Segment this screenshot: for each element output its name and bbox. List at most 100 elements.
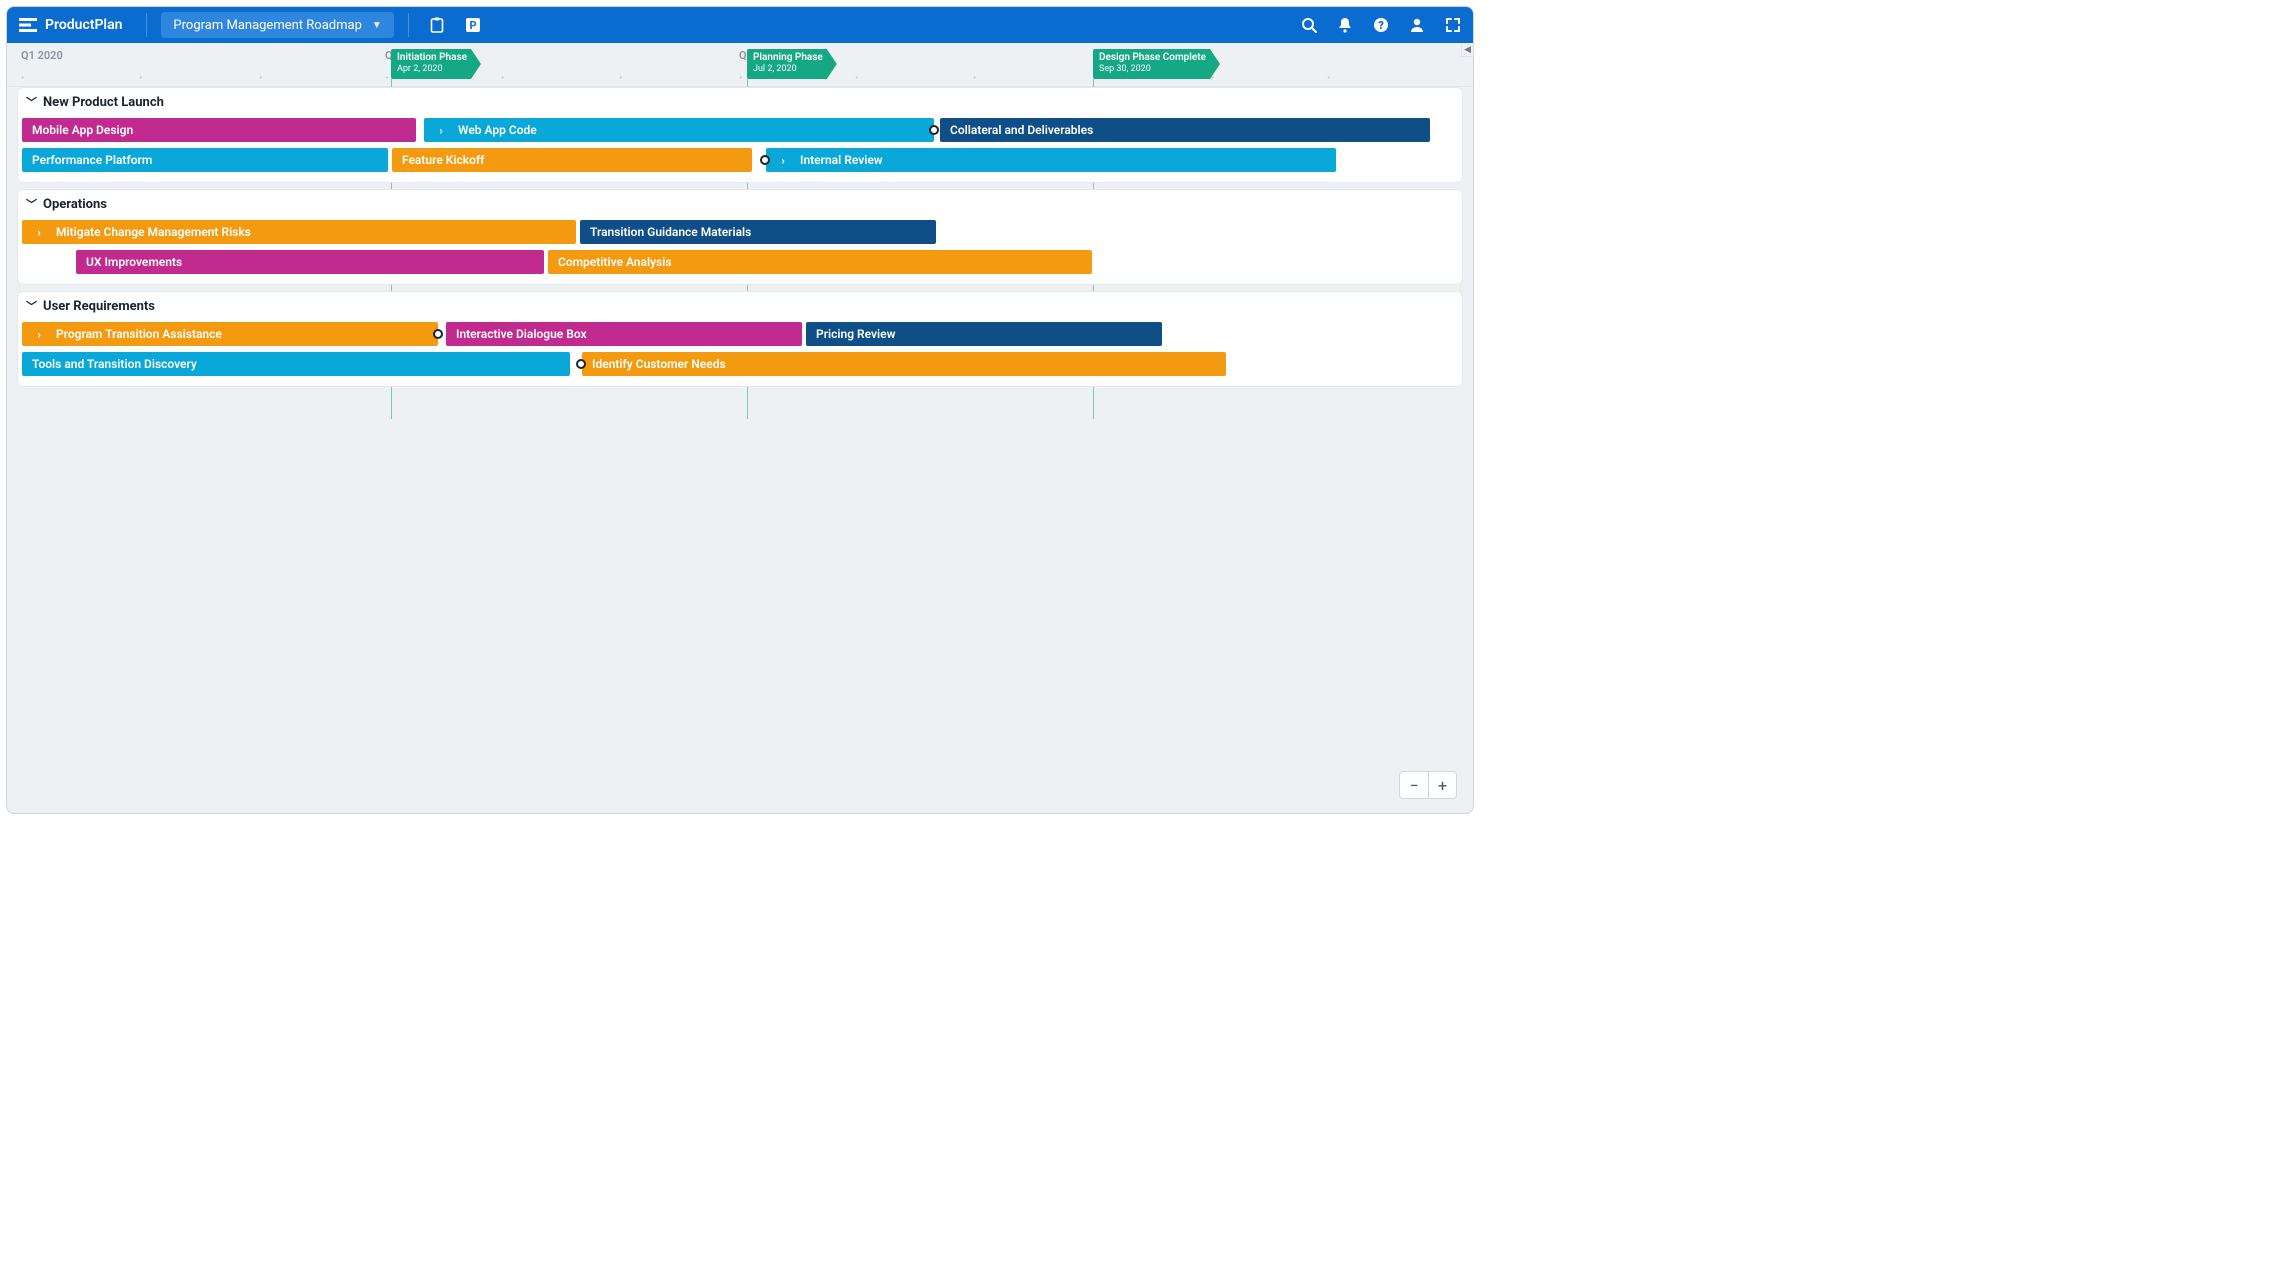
lane-group: ﹀ User Requirements › Program Transition As… (17, 291, 1463, 387)
bar-label: UX Improvements (86, 255, 182, 269)
roadmap-body: ﹀ New Product Launch Mobile App Design › Web… (7, 87, 1473, 387)
month-tick: • (139, 73, 140, 79)
lane-row: Performance Platform Feature Kickoff › Inte… (18, 148, 1462, 176)
roadmap-bar[interactable]: › Internal Review (766, 148, 1336, 172)
dependency-node-icon[interactable] (433, 329, 443, 339)
lane-row: Tools and Transition Discovery Identify C… (18, 352, 1462, 380)
lane-header[interactable]: ﹀ User Requirements (18, 292, 1462, 320)
roadmap-bar[interactable]: Performance Platform (22, 148, 388, 172)
month-tick: • (973, 73, 974, 79)
timeline-header: ◀ Q1 2020Q2Q3Q4••••••••••••Initiation Ph… (7, 43, 1473, 87)
chevron-right-icon[interactable]: › (32, 225, 46, 239)
bar-label: Tools and Transition Discovery (32, 357, 197, 371)
chevron-right-icon[interactable]: › (776, 153, 790, 167)
divider (146, 13, 147, 37)
collapse-panel-icon[interactable]: ◀ (1461, 43, 1473, 57)
milestone-title: Design Phase Complete (1099, 52, 1206, 64)
quarter-label: Q1 2020 (21, 49, 63, 62)
bar-label: Competitive Analysis (558, 255, 671, 269)
chevron-down-icon: ﹀ (26, 196, 37, 212)
help-icon[interactable]: ? (1367, 11, 1395, 39)
lane-group: ﹀ Operations › Mitigate Change Management R… (17, 189, 1463, 285)
lane-title: User Requirements (43, 299, 155, 314)
milestone-flag[interactable]: Design Phase CompleteSep 30, 2020 (1093, 49, 1220, 79)
month-tick: • (385, 73, 386, 79)
bar-label: Mitigate Change Management Risks (56, 225, 251, 239)
brand[interactable]: ProductPlan (13, 7, 132, 43)
milestone-flag[interactable]: Planning PhaseJul 2, 2020 (747, 49, 837, 79)
chevron-down-icon: ﹀ (26, 94, 37, 110)
svg-text:?: ? (1378, 19, 1384, 32)
lane-row: › Program Transition Assistance Interactiv… (18, 322, 1462, 350)
bar-label: Mobile App Design (32, 123, 133, 137)
roadmap-bar[interactable]: Identify Customer Needs (582, 352, 1226, 376)
dependency-node-icon[interactable] (760, 155, 770, 165)
bar-label: Feature Kickoff (402, 153, 484, 167)
month-tick: • (619, 73, 620, 79)
bar-label: Internal Review (800, 153, 883, 167)
svg-text:P: P (469, 19, 476, 32)
brand-name: ProductPlan (45, 17, 122, 33)
milestone-date: Apr 2, 2020 (397, 64, 467, 74)
chevron-right-icon[interactable]: › (32, 327, 46, 341)
milestone-flag[interactable]: Initiation PhaseApr 2, 2020 (391, 49, 481, 79)
roadmap-bar[interactable]: › Program Transition Assistance (22, 322, 438, 346)
lane-header[interactable]: ﹀ New Product Launch (18, 88, 1462, 116)
chevron-down-icon: ▼ (372, 20, 382, 31)
dependency-node-icon[interactable] (576, 359, 586, 369)
milestone-title: Planning Phase (753, 52, 823, 64)
divider (408, 13, 409, 37)
roadmap-name: Program Management Roadmap (173, 18, 361, 33)
zoom-controls: − + (1399, 771, 1457, 799)
month-tick: • (1327, 73, 1328, 79)
roadmap-bar[interactable]: Transition Guidance Materials (580, 220, 936, 244)
month-tick: • (855, 73, 856, 79)
roadmap-bar[interactable]: Pricing Review (806, 322, 1162, 346)
lane-title: Operations (43, 197, 107, 212)
zoom-in-button[interactable]: + (1428, 772, 1456, 798)
bar-label: Transition Guidance Materials (590, 225, 751, 239)
brand-logo-icon (19, 18, 37, 32)
month-tick: • (739, 73, 740, 79)
roadmap-bar[interactable]: › Mitigate Change Management Risks (22, 220, 576, 244)
lane-title: New Product Launch (43, 95, 164, 110)
clipboard-icon[interactable] (423, 11, 451, 39)
bar-label: Program Transition Assistance (56, 327, 222, 341)
milestone-title: Initiation Phase (397, 52, 467, 64)
month-tick: • (501, 73, 502, 79)
roadmap-bar[interactable]: Collateral and Deliverables (940, 118, 1430, 142)
bar-label: Pricing Review (816, 327, 895, 341)
bell-icon[interactable] (1331, 11, 1359, 39)
zoom-out-button[interactable]: − (1400, 772, 1428, 798)
roadmap-bar[interactable]: › Web App Code (424, 118, 934, 142)
chevron-right-icon[interactable]: › (434, 123, 448, 137)
month-tick: • (21, 73, 22, 79)
roadmap-bar[interactable]: Competitive Analysis (548, 250, 1092, 274)
bar-label: Collateral and Deliverables (950, 123, 1093, 137)
parking-icon[interactable]: P (459, 11, 487, 39)
month-tick: • (259, 73, 260, 79)
lane-row: Mobile App Design › Web App Code Collateral… (18, 118, 1462, 146)
search-icon[interactable] (1295, 11, 1323, 39)
roadmap-bar[interactable]: Mobile App Design (22, 118, 416, 142)
roadmap-selector[interactable]: Program Management Roadmap ▼ (161, 12, 393, 38)
roadmap-bar[interactable]: Feature Kickoff (392, 148, 752, 172)
lane-row: › Mitigate Change Management Risks Transit… (18, 220, 1462, 248)
milestone-date: Jul 2, 2020 (753, 64, 823, 74)
roadmap-bar[interactable]: Tools and Transition Discovery (22, 352, 570, 376)
bar-label: Interactive Dialogue Box (456, 327, 587, 341)
lane-row: UX Improvements Competitive Analysis (18, 250, 1462, 278)
user-icon[interactable] (1403, 11, 1431, 39)
lane-group: ﹀ New Product Launch Mobile App Design › Web… (17, 87, 1463, 183)
roadmap-bar[interactable]: Interactive Dialogue Box (446, 322, 802, 346)
bar-label: Performance Platform (32, 153, 152, 167)
bar-label: Identify Customer Needs (592, 357, 726, 371)
chevron-down-icon: ﹀ (26, 298, 37, 314)
lane-header[interactable]: ﹀ Operations (18, 190, 1462, 218)
dependency-node-icon[interactable] (929, 125, 939, 135)
fullscreen-icon[interactable] (1439, 11, 1467, 39)
bar-label: Web App Code (458, 123, 537, 137)
roadmap-bar[interactable]: UX Improvements (76, 250, 544, 274)
topbar: ProductPlan Program Management Roadmap ▼… (7, 7, 1473, 43)
milestone-date: Sep 30, 2020 (1099, 64, 1206, 74)
